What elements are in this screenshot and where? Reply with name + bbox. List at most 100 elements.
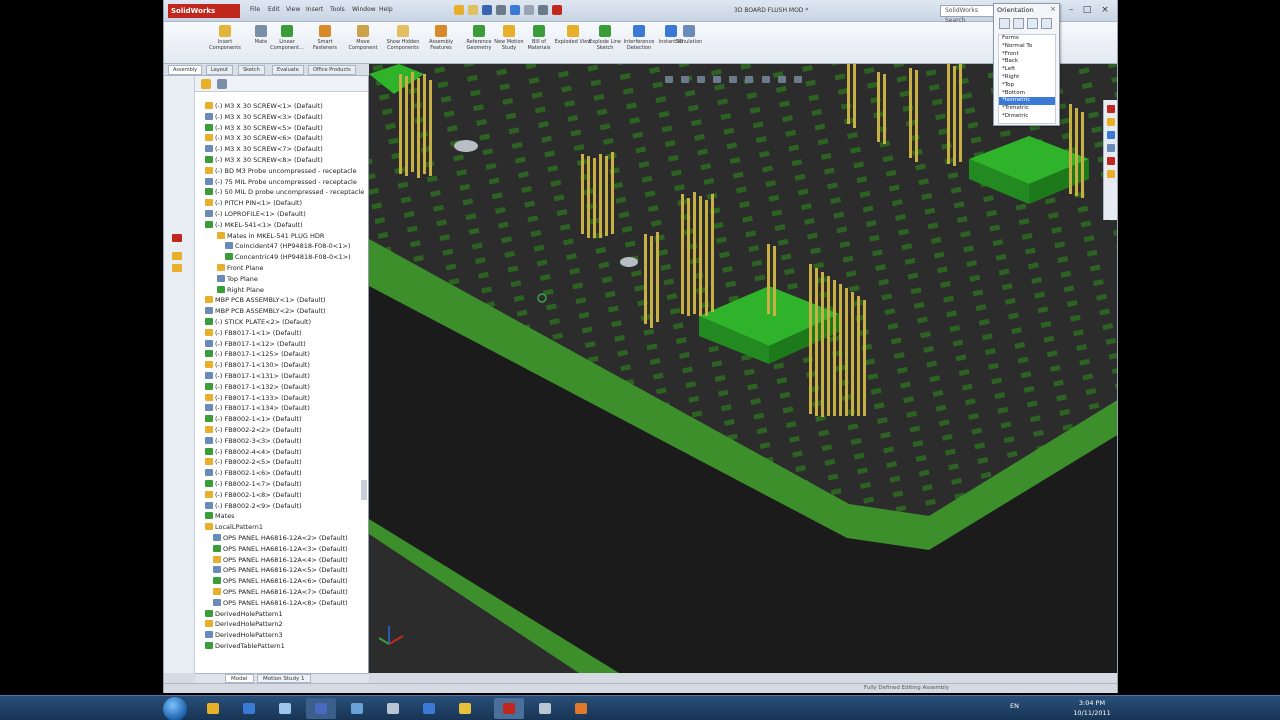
assembly-icon[interactable] — [201, 79, 211, 89]
taskbar-solidworks[interactable] — [494, 698, 524, 719]
tree-item[interactable]: Front Plane — [217, 263, 263, 273]
orientation-view-item[interactable]: *Front — [999, 51, 1055, 59]
minimize-button[interactable]: – — [1064, 3, 1078, 17]
save-icon[interactable] — [482, 5, 492, 15]
scene-icon[interactable] — [793, 76, 802, 83]
orientation-view-item[interactable]: *Top — [999, 82, 1055, 90]
tree-item[interactable]: (-) 75 MIL Probe uncompressed - receptac… — [205, 177, 357, 187]
new-view-icon[interactable] — [1013, 18, 1024, 29]
taskbar-app4[interactable] — [306, 698, 336, 719]
folder-icon[interactable] — [172, 264, 182, 272]
section-view-icon[interactable] — [713, 76, 722, 83]
tree-item[interactable]: (-) FB8002-4<4> (Default) — [205, 447, 302, 457]
rebuild-icon[interactable] — [538, 5, 548, 15]
taskbar-app11[interactable] — [566, 698, 596, 719]
tree-item[interactable]: (-) LOPROFILE<1> (Default) — [205, 209, 306, 219]
view-orientation-icon[interactable] — [729, 76, 738, 83]
tree-item[interactable]: (-) FB8017-1<131> (Default) — [205, 371, 310, 381]
tree-item[interactable]: (-) M3 X 30 SCREW<7> (Default) — [205, 144, 323, 154]
orientation-view-item[interactable]: *Right — [999, 74, 1055, 82]
tree-item[interactable]: (-) BD M3 Probe uncompressed - receptacl… — [205, 166, 357, 176]
solidworks-logo[interactable]: SolidWorks — [168, 4, 240, 18]
file-explorer-icon[interactable] — [1106, 131, 1115, 139]
tree-item[interactable]: (-) FB8017-1<1> (Default) — [205, 328, 302, 338]
tree-item[interactable]: DerivedHolePattern2 — [205, 619, 283, 629]
explode-line-sketch-button[interactable]: Explode Line Sketch — [586, 25, 624, 61]
taskbar-app7[interactable] — [414, 698, 444, 719]
taskbar-media[interactable] — [234, 698, 264, 719]
bill-of-materials-button[interactable]: Bill of Materials — [520, 25, 558, 61]
tree-item[interactable]: (-) PITCH PIN<1> (Default) — [205, 198, 302, 208]
graphics-viewport[interactable] — [369, 64, 1118, 673]
filter-icon[interactable] — [217, 79, 227, 89]
tree-item[interactable]: (-) STICK PLATE<2> (Default) — [205, 317, 311, 327]
tree-item[interactable]: (-) FB8017-1<12> (Default) — [205, 339, 306, 349]
start-button[interactable] — [163, 697, 187, 720]
taskbar-app6[interactable] — [378, 698, 408, 719]
orientation-view-item[interactable]: *Trimetric — [999, 105, 1055, 113]
tree-item[interactable]: (-) FB8017-1<125> (Default) — [205, 349, 310, 359]
push-pin-icon[interactable] — [999, 18, 1010, 29]
tree-item[interactable]: DerivedTablePattern1 — [205, 641, 285, 651]
tree-item[interactable]: (-) FB8017-1<133> (Default) — [205, 393, 310, 403]
tree-item[interactable]: Concentric49 (HP94818-F08-0<1>) — [225, 252, 351, 262]
select-icon[interactable] — [524, 5, 534, 15]
tree-item[interactable]: Top Plane — [217, 274, 258, 284]
tree-item[interactable]: Mates in MKEL-541 PLUG HDR — [217, 231, 324, 241]
open-icon[interactable] — [468, 5, 478, 15]
orientation-view-item[interactable]: *Back — [999, 58, 1055, 66]
assembly-features-button[interactable]: Assembly Features — [422, 25, 460, 61]
update-view-icon[interactable] — [1027, 18, 1038, 29]
orientation-view-item[interactable]: *Dimetric — [999, 113, 1055, 121]
view-palette-icon[interactable] — [1106, 144, 1115, 152]
tree-item[interactable]: (-) FB8002-3<3> (Default) — [205, 436, 302, 446]
tree-item[interactable]: (-) M3 X 30 SCREW<5> (Default) — [205, 123, 323, 133]
reset-view-icon[interactable] — [1041, 18, 1052, 29]
hide-show-icon[interactable] — [761, 76, 770, 83]
resources-icon[interactable] — [1106, 105, 1115, 113]
tree-item[interactable]: (-) FB8002-1<8> (Default) — [205, 490, 302, 500]
simulation-button[interactable]: Simulation — [670, 25, 708, 61]
tree-item[interactable]: (-) 50 MIL D probe uncompressed - recept… — [205, 187, 364, 197]
tab-assembly[interactable]: Assembly — [168, 65, 203, 75]
silver-component-2[interactable] — [620, 257, 638, 267]
new-doc-icon[interactable] — [454, 5, 464, 15]
menu-edit[interactable]: Edit — [268, 6, 280, 13]
custom-properties-icon[interactable] — [1106, 170, 1115, 178]
silver-component-1[interactable] — [454, 140, 478, 152]
tree-item[interactable]: MBP PCB ASSEMBLY<2> (Default) — [205, 306, 326, 316]
pin-header-2[interactable] — [644, 232, 659, 328]
system-clock[interactable]: 3:04 PM 10/11/2011 — [1070, 698, 1114, 718]
tree-item[interactable]: MBP PCB ASSEMBLY<1> (Default) — [205, 295, 326, 305]
taskbar-explorer[interactable] — [198, 698, 228, 719]
orientation-view-item[interactable]: *Left — [999, 66, 1055, 74]
orientation-view-item[interactable]: *Isometric — [999, 97, 1055, 106]
close-button[interactable]: × — [1098, 3, 1112, 17]
tree-item[interactable]: Right Plane — [217, 285, 264, 295]
orientation-view-item[interactable]: *Normal To — [999, 43, 1055, 51]
tree-item[interactable]: (-) MKEL-541<1> (Default) — [205, 220, 303, 230]
taskbar-app10[interactable] — [530, 698, 560, 719]
zoom-area-icon[interactable] — [681, 76, 690, 83]
tab-layout[interactable]: Layout — [206, 65, 233, 75]
tree-item[interactable]: DerivedHolePattern3 — [205, 630, 283, 640]
tab-office-products[interactable]: Office Products — [308, 65, 356, 75]
undo-icon[interactable] — [510, 5, 520, 15]
tree-item[interactable]: OPS PANEL HA6816-12A<4> (Default) — [213, 555, 348, 565]
search-input[interactable]: SolidWorks Search — [940, 5, 996, 24]
smart-fasteners-button[interactable]: Smart Fasteners — [306, 25, 344, 61]
insert-components-button[interactable]: Insert Components — [206, 25, 244, 61]
linear-pattern-button[interactable]: Linear Component... — [268, 25, 306, 61]
tree-item[interactable]: DerivedHolePattern1 — [205, 609, 283, 619]
options-icon[interactable] — [552, 5, 562, 15]
tree-item[interactable]: OPS PANEL HA6816-12A<7> (Default) — [213, 587, 348, 597]
taskbar-app8[interactable] — [450, 698, 480, 719]
appearances-icon[interactable] — [1106, 157, 1115, 165]
error-icon[interactable] — [172, 234, 182, 242]
tree-item[interactable]: (-) FB8017-1<130> (Default) — [205, 360, 310, 370]
warning-icon[interactable] — [172, 252, 182, 260]
maximize-button[interactable]: □ — [1080, 3, 1094, 17]
close-icon[interactable]: × — [1050, 5, 1056, 13]
orientation-view-item[interactable]: *Bottom — [999, 90, 1055, 98]
pcb-3d-model[interactable] — [369, 64, 1118, 673]
